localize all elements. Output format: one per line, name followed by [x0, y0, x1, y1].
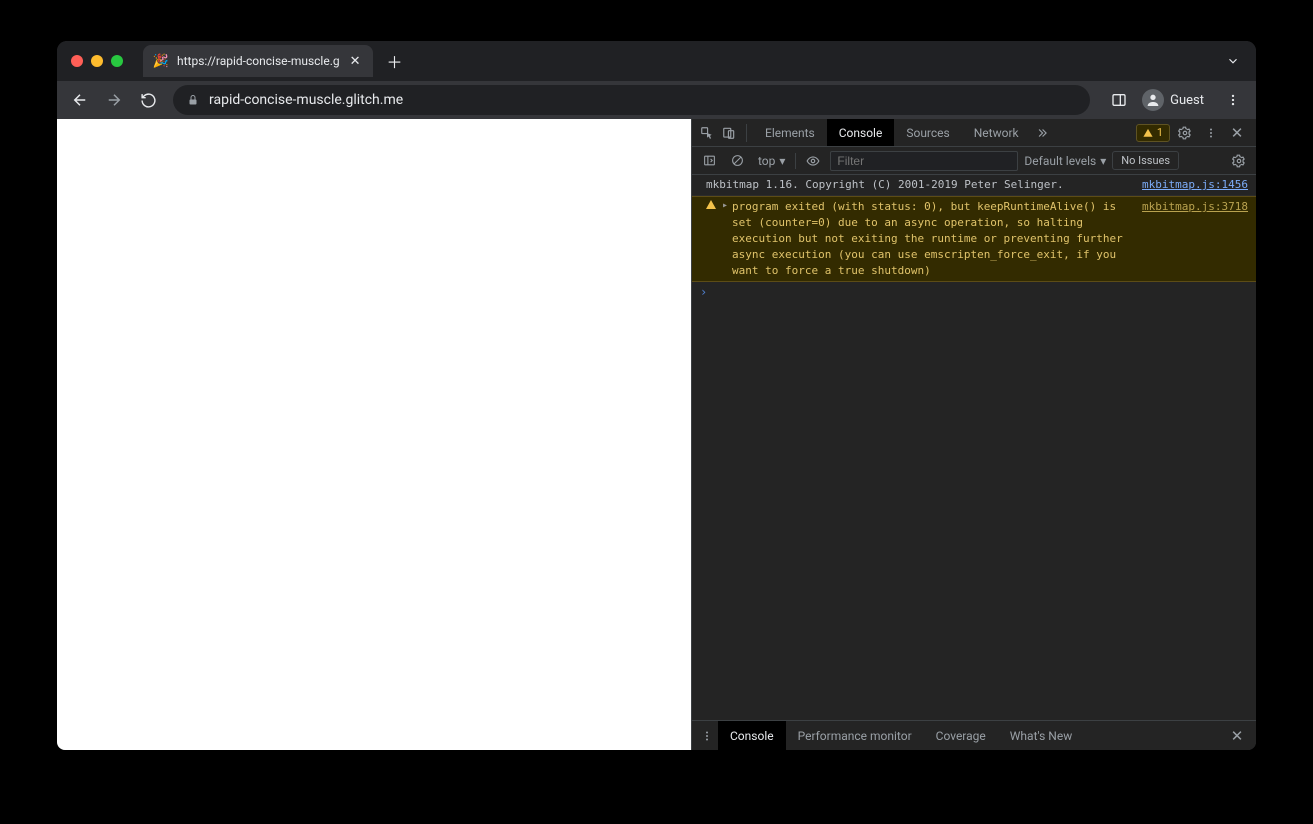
- tab-sources[interactable]: Sources: [894, 119, 961, 146]
- toolbar: rapid-concise-muscle.glitch.me Guest: [57, 81, 1256, 119]
- tab-console[interactable]: Console: [827, 119, 895, 146]
- lock-icon: [187, 94, 199, 106]
- drawer-menu-button[interactable]: [696, 725, 718, 747]
- devtools-settings-button[interactable]: [1174, 122, 1196, 144]
- more-tabs-button[interactable]: [1031, 126, 1053, 140]
- search-tabs-button[interactable]: [1218, 48, 1248, 74]
- log-levels-selector[interactable]: Default levels ▾: [1024, 154, 1106, 168]
- console-settings-button[interactable]: [1228, 150, 1250, 172]
- console-source-link[interactable]: mkbitmap.js:3718: [1136, 199, 1248, 215]
- maximize-window-button[interactable]: [111, 55, 123, 67]
- context-label: top: [758, 154, 775, 168]
- drawer-tab-whats-new[interactable]: What's New: [998, 721, 1084, 750]
- minimize-window-button[interactable]: [91, 55, 103, 67]
- devtools-panel: Elements Console Sources Network 1: [691, 119, 1256, 750]
- clear-console-button[interactable]: [726, 154, 748, 167]
- tab-network[interactable]: Network: [962, 119, 1031, 146]
- chevron-right-icon: ›: [700, 284, 713, 301]
- chevron-down-icon: ▾: [1100, 154, 1106, 168]
- device-toolbar-button[interactable]: [718, 126, 740, 140]
- forward-button[interactable]: [99, 85, 129, 115]
- devtools-tab-strip: Elements Console Sources Network 1: [692, 119, 1256, 147]
- browser-window: 🎉 https://rapid-concise-muscle.g ✕ ＋ rap…: [57, 41, 1256, 750]
- new-tab-button[interactable]: ＋: [381, 47, 409, 75]
- console-prompt[interactable]: ›: [692, 282, 1256, 303]
- drawer-tab-performance-monitor[interactable]: Performance monitor: [786, 721, 924, 750]
- content-area: Elements Console Sources Network 1: [57, 119, 1256, 750]
- side-panel-button[interactable]: [1104, 85, 1134, 115]
- console-output[interactable]: mkbitmap 1.16. Copyright (C) 2001-2019 P…: [692, 175, 1256, 720]
- drawer-close-button[interactable]: ✕: [1226, 725, 1248, 747]
- warning-icon: [706, 199, 722, 209]
- reload-button[interactable]: [133, 85, 163, 115]
- tab-strip: 🎉 https://rapid-concise-muscle.g ✕ ＋: [57, 41, 1256, 81]
- console-toolbar: top ▾ Default levels ▾ No Issues: [692, 147, 1256, 175]
- expand-arrow-icon[interactable]: ▸: [722, 199, 732, 214]
- browser-menu-button[interactable]: [1218, 85, 1248, 115]
- console-sidebar-toggle[interactable]: [698, 154, 720, 167]
- log-levels-label: Default levels: [1024, 154, 1096, 168]
- devtools-drawer: Console Performance monitor Coverage Wha…: [692, 720, 1256, 750]
- console-source-link[interactable]: mkbitmap.js:1456: [1136, 177, 1248, 193]
- devtools-menu-button[interactable]: [1200, 122, 1222, 144]
- profile-label: Guest: [1170, 93, 1204, 108]
- inspect-element-button[interactable]: [696, 126, 718, 140]
- console-log-row: mkbitmap 1.16. Copyright (C) 2001-2019 P…: [692, 175, 1256, 196]
- back-button[interactable]: [65, 85, 95, 115]
- close-tab-button[interactable]: ✕: [348, 52, 363, 71]
- tab-title: https://rapid-concise-muscle.g: [177, 54, 340, 68]
- drawer-tab-console[interactable]: Console: [718, 721, 786, 750]
- console-message: mkbitmap 1.16. Copyright (C) 2001-2019 P…: [706, 177, 1136, 193]
- devtools-close-button[interactable]: ✕: [1226, 122, 1248, 144]
- url-text: rapid-concise-muscle.glitch.me: [209, 92, 403, 108]
- live-expression-button[interactable]: [802, 154, 824, 168]
- context-selector[interactable]: top ▾: [754, 154, 789, 168]
- tab-elements[interactable]: Elements: [753, 119, 827, 146]
- console-warning-row: ▸ program exited (with status: 0), but k…: [692, 196, 1256, 282]
- console-filter-input[interactable]: [830, 151, 1018, 171]
- console-message: program exited (with status: 0), but kee…: [732, 199, 1136, 279]
- warning-count: 1: [1157, 126, 1163, 139]
- warning-count-badge[interactable]: 1: [1136, 124, 1170, 142]
- profile-button[interactable]: Guest: [1138, 85, 1214, 115]
- close-window-button[interactable]: [71, 55, 83, 67]
- browser-tab[interactable]: 🎉 https://rapid-concise-muscle.g ✕: [143, 45, 373, 77]
- page-viewport[interactable]: [57, 119, 691, 750]
- chevron-down-icon: ▾: [779, 154, 785, 168]
- address-bar[interactable]: rapid-concise-muscle.glitch.me: [173, 85, 1090, 115]
- window-controls: [65, 55, 131, 67]
- issues-button[interactable]: No Issues: [1112, 151, 1179, 170]
- drawer-tab-coverage[interactable]: Coverage: [924, 721, 998, 750]
- avatar-icon: [1142, 89, 1164, 111]
- party-popper-icon: 🎉: [153, 53, 169, 69]
